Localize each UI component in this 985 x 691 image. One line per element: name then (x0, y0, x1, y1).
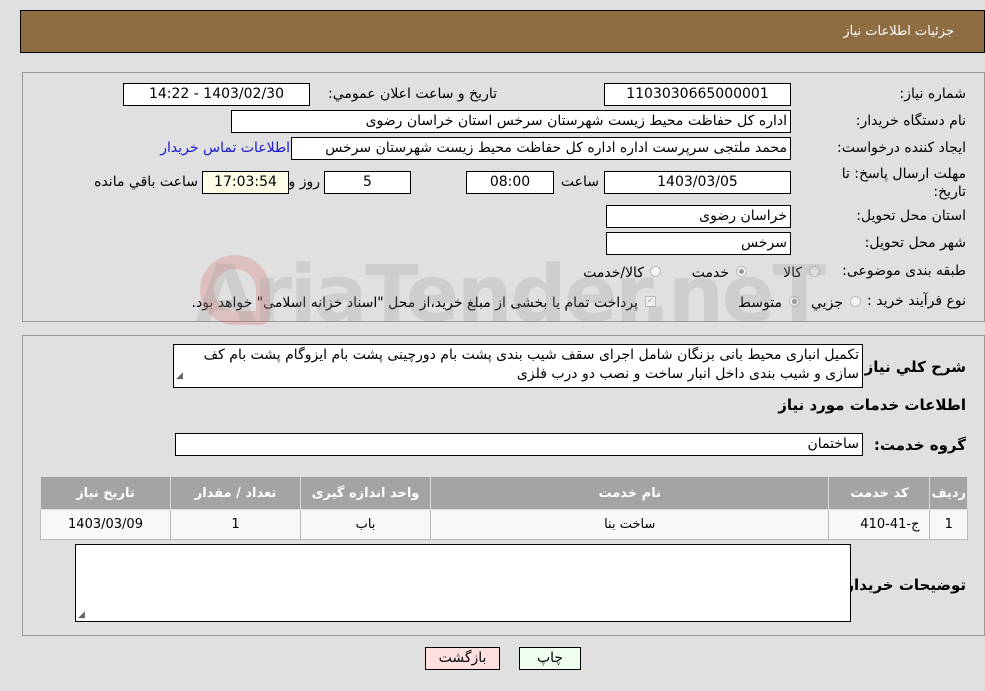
services-heading: اطلاعات خدمات مورد نياز (778, 396, 966, 414)
category-label: طبقه بندی موضوعی: (842, 263, 966, 279)
buyer-org-field: اداره کل حفاظت محیط زیست شهرستان سرخس اس… (231, 110, 791, 133)
cell-row: 1 (929, 509, 968, 540)
cell-unit: باب (300, 509, 431, 540)
buyer-notes-textarea[interactable]: ◢ (75, 544, 851, 622)
need-number-field: 1103030665000001 (604, 83, 791, 106)
province-label: استان محل تحویل: (856, 208, 966, 224)
remaining-label: ساعت باقي مانده (94, 174, 198, 190)
col-unit: واحد اندازه گيری (300, 476, 431, 510)
process-medium-label: متوسط (738, 295, 782, 311)
need-info-panel: شماره نیاز: 1103030665000001 تاريخ و ساع… (22, 72, 985, 322)
deadline-date-field: 1403/03/05 (604, 171, 791, 194)
col-need-date: تاريخ نياز (40, 476, 171, 510)
process-radio-medium[interactable] (789, 296, 800, 307)
service-group-label: گروه خدمت: (873, 436, 966, 454)
days-label: روز و (288, 174, 321, 190)
col-quantity: تعداد / مقدار (170, 476, 301, 510)
deadline-time-field: 08:00 (466, 171, 554, 194)
page-title: جزئيات اطلاعات نياز (843, 24, 954, 39)
print-button[interactable]: چاپ (519, 647, 581, 670)
cell-service-code: ج-41-410 (828, 509, 931, 540)
remaining-time-field: 17:03:54 (202, 171, 289, 194)
announce-field: 1403/02/30 - 14:22 (123, 83, 310, 106)
deadline-label: مهلت ارسال پاسخ: تا تاریخ: (841, 166, 966, 200)
process-radio-minor[interactable] (850, 296, 861, 307)
cell-quantity: 1 (170, 509, 301, 540)
days-field: 5 (324, 171, 411, 194)
category-service-label: خدمت (691, 265, 729, 281)
services-table: رديف كد خدمت نام خدمت واحد اندازه گيری ت… (40, 476, 968, 540)
table-header-row: رديف كد خدمت نام خدمت واحد اندازه گيری ت… (40, 476, 968, 510)
description-text: تکمیل انباری محیط بانی بزنگان شامل اجرای… (203, 347, 859, 382)
creator-label: ایجاد کننده درخواست: (837, 140, 966, 156)
resize-grip-icon[interactable]: ◢ (78, 610, 85, 620)
category-radio-goods[interactable] (809, 266, 820, 277)
creator-field: محمد ملتجی سرپرست اداره اداره کل حفاظت م… (291, 137, 791, 160)
province-field: خراسان رضوی (606, 205, 791, 228)
category-goods-service-label: کالا/خدمت (583, 265, 644, 281)
category-radio-service[interactable] (736, 266, 747, 277)
process-minor-label: جزيي (811, 295, 843, 311)
category-radio-goods-service[interactable] (650, 266, 661, 277)
treasury-note: پرداخت تمام یا بخشی از مبلغ خرید،از محل … (191, 295, 638, 311)
buyer-notes-label: توضيحات خريدار: (839, 576, 966, 594)
need-details-panel: شرح كلي نياز: تکمیل انباری محیط بانی بزن… (22, 335, 985, 636)
treasury-checkbox[interactable]: ✓ (645, 296, 656, 307)
page-header: جزئيات اطلاعات نياز (20, 10, 985, 53)
buyer-org-label: نام دستگاه خریدار: (855, 113, 966, 129)
description-label: شرح كلي نياز: (858, 358, 966, 376)
announce-label: تاريخ و ساعت اعلان عمومي: (328, 86, 497, 102)
deadline-time-label: ساعت (560, 174, 599, 190)
col-service-code: كد خدمت (828, 476, 931, 510)
resize-grip-icon[interactable]: ◢ (176, 367, 183, 386)
back-button[interactable]: بازگشت (425, 647, 500, 670)
description-textarea[interactable]: تکمیل انباری محیط بانی بزنگان شامل اجرای… (173, 344, 863, 388)
cell-need-date: 1403/03/09 (40, 509, 171, 540)
need-number-label: شماره نیاز: (899, 86, 967, 102)
col-service-name: نام خدمت (429, 476, 830, 510)
service-group-field: ساختمان (175, 433, 863, 456)
city-field: سرخس (606, 232, 791, 255)
category-goods-label: کالا (783, 265, 802, 281)
city-label: شهر محل تحویل: (864, 235, 966, 251)
buyer-contact-link[interactable]: اطلاعات تماس خریدار (160, 140, 290, 156)
cell-service-name: ساخت بنا (429, 509, 830, 540)
col-row: رديف (929, 476, 968, 510)
table-row: 1 ج-41-410 ساخت بنا باب 1 1403/03/09 (40, 509, 968, 540)
process-label: نوع فرآیند خرید : (867, 293, 966, 309)
